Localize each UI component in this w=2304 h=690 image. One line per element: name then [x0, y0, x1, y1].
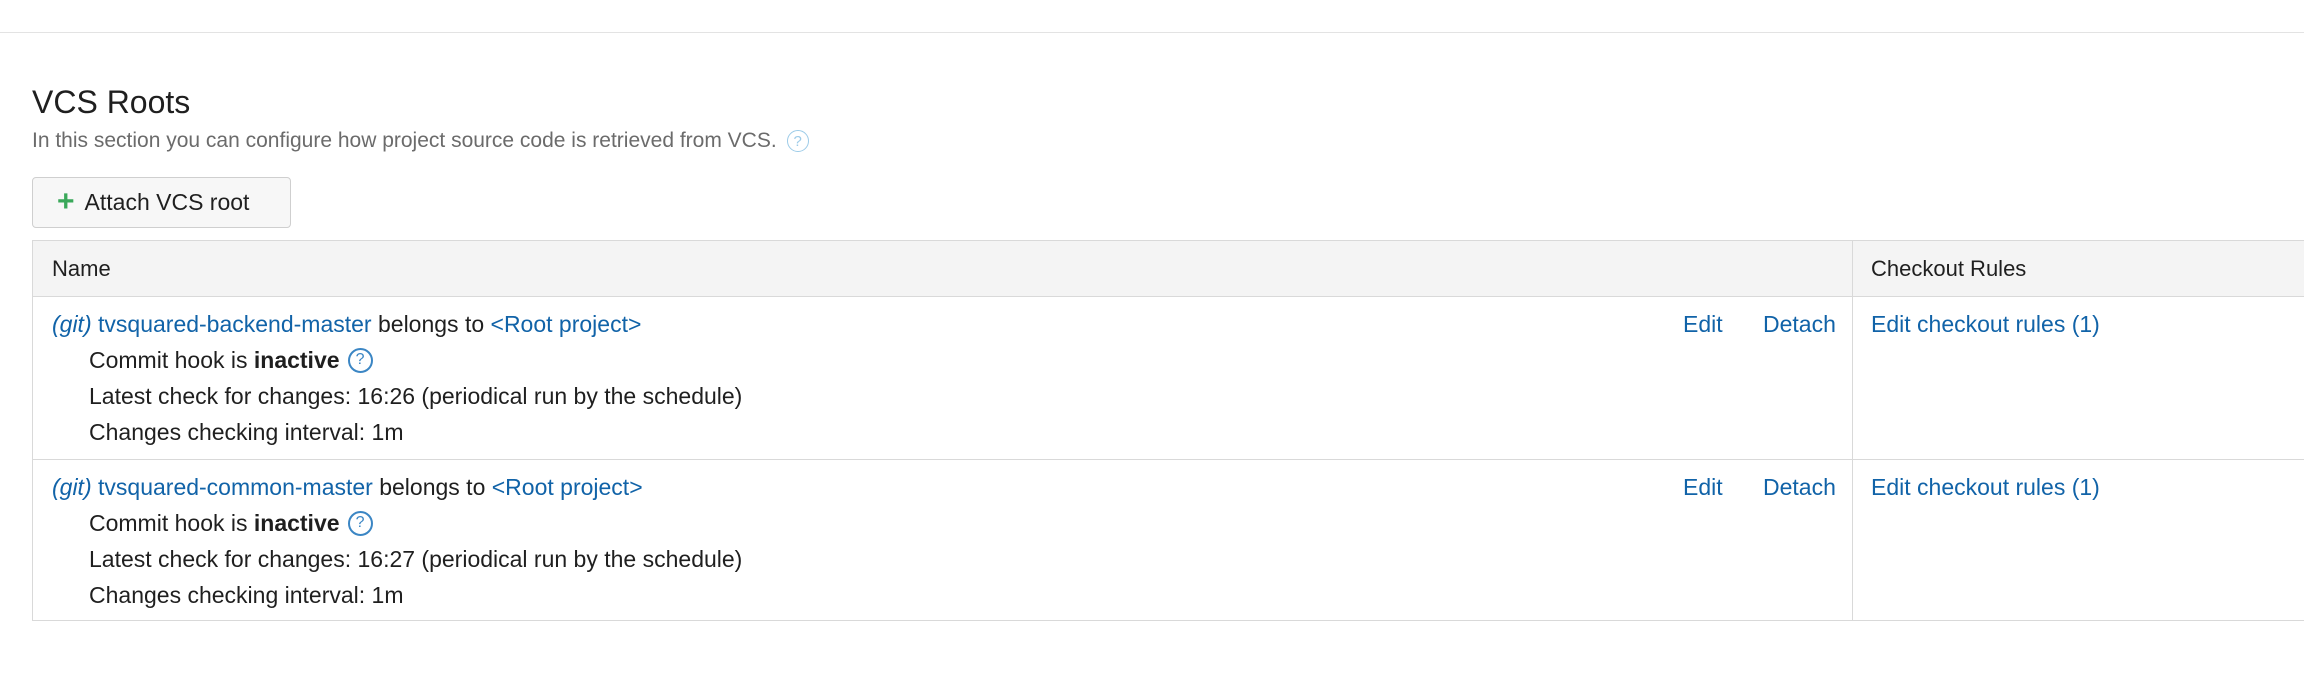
vcs-root-title: (git) tvsquared-common-master belongs to…	[52, 472, 643, 502]
question-circle-icon[interactable]: ?	[786, 130, 809, 152]
commit-hook-status: Commit hook is inactive ?	[89, 345, 373, 375]
detach-link[interactable]: Detach	[1763, 309, 1836, 339]
commit-hook-state: inactive	[253, 510, 340, 536]
edit-checkout-rules-link[interactable]: Edit checkout rules (1)	[1871, 309, 2100, 339]
edit-link[interactable]: Edit	[1683, 309, 1723, 339]
commit-hook-prefix: Commit hook is	[89, 347, 248, 373]
attach-vcs-root-button[interactable]: + Attach VCS root	[32, 177, 291, 228]
section-title: VCS Roots	[32, 84, 191, 120]
commit-hook-status: Commit hook is inactive ?	[89, 508, 373, 538]
commit-hook-state: inactive	[253, 347, 340, 373]
commit-hook-prefix: Commit hook is	[89, 510, 248, 536]
belongs-to-text: belongs to	[379, 474, 486, 500]
vcs-type: (git)	[52, 311, 92, 337]
checking-interval-text: Changes checking interval: 1m	[89, 419, 404, 445]
project-link[interactable]: <Root project>	[491, 311, 642, 337]
vcs-roots-table: Name Checkout Rules (git) tvsquared-back…	[32, 240, 2304, 621]
column-header-name: Name	[52, 256, 111, 281]
top-divider	[0, 32, 2304, 33]
section-description-text: In this section you can configure how pr…	[32, 129, 777, 152]
belongs-to-text: belongs to	[377, 311, 485, 337]
latest-check-text: Latest check for changes: 16:27 (periodi…	[89, 546, 743, 572]
edit-checkout-rules-link[interactable]: Edit checkout rules (1)	[1871, 472, 2100, 502]
question-circle-icon[interactable]: ?	[347, 510, 373, 536]
section-description: In this section you can configure how pr…	[32, 127, 809, 155]
table-header: Name Checkout Rules	[33, 241, 2304, 297]
checking-interval-text: Changes checking interval: 1m	[89, 582, 404, 608]
vcs-type: (git)	[52, 474, 92, 500]
attach-vcs-root-label: Attach VCS root	[84, 189, 250, 215]
table-row: (git) tvsquared-backend-master belongs t…	[33, 297, 2304, 460]
edit-link[interactable]: Edit	[1683, 472, 1723, 502]
question-circle-icon[interactable]: ?	[347, 347, 373, 373]
vcs-root-name-link[interactable]: tvsquared-backend-master	[98, 311, 372, 337]
vcs-root-name-link[interactable]: tvsquared-common-master	[98, 474, 373, 500]
vcs-root-title: (git) tvsquared-backend-master belongs t…	[52, 309, 641, 339]
latest-check-text: Latest check for changes: 16:26 (periodi…	[89, 383, 743, 409]
detach-link[interactable]: Detach	[1763, 472, 1836, 502]
column-header-checkout-rules: Checkout Rules	[1871, 256, 2027, 281]
table-row: (git) tvsquared-common-master belongs to…	[33, 460, 2304, 620]
plus-icon: +	[57, 184, 75, 218]
project-link[interactable]: <Root project>	[492, 474, 643, 500]
